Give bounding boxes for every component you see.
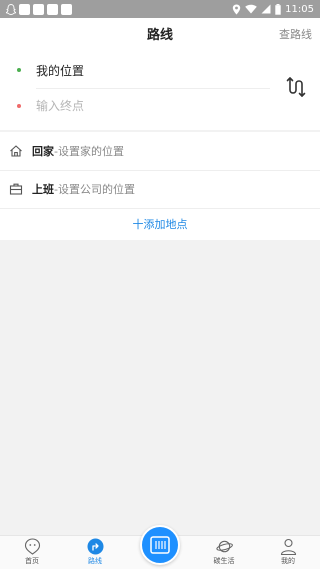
page-title: 路线 [146, 27, 173, 43]
battery-icon [275, 3, 281, 15]
tab-home-label: 首页 [25, 557, 39, 565]
start-point-row[interactable]: 我的位置 [0, 52, 275, 88]
home-description: 设置家的位置 [57, 145, 124, 158]
app-notification-icon [33, 3, 44, 15]
home-tab-icon [24, 538, 40, 555]
swap-route-icon[interactable] [286, 76, 306, 98]
destination-input[interactable] [36, 99, 256, 113]
tab-route-label: 路线 [88, 557, 102, 565]
system-status: 11:05 [232, 3, 314, 15]
work-label: 上班 [32, 183, 54, 196]
scan-button[interactable] [140, 525, 180, 565]
location-icon [232, 4, 241, 14]
scan-icon [150, 536, 170, 554]
add-place-button[interactable]: 十添加地点 [0, 209, 320, 239]
end-dot [17, 104, 21, 108]
wifi-icon [245, 4, 257, 14]
end-point-row[interactable] [0, 88, 275, 124]
page-header: 路线 查路线 [0, 18, 320, 48]
saved-places: 回家 - 设置家的位置 上班 - 设置公司的位置 十添加地点 [0, 132, 320, 240]
person-icon [280, 538, 296, 555]
tab-me-label: 我的 [281, 557, 295, 565]
notification-icons [6, 3, 72, 15]
status-time: 11:05 [285, 3, 314, 15]
tab-route[interactable]: 路线 [73, 538, 117, 568]
work-place-row[interactable]: 上班 - 设置公司的位置 [0, 170, 320, 208]
planet-icon [215, 540, 233, 553]
route-tab-icon [87, 538, 103, 555]
work-description: 设置公司的位置 [57, 183, 135, 196]
start-point-label: 我的位置 [36, 63, 85, 78]
tab-carbon-life[interactable]: 碳生活 [202, 538, 246, 568]
app-notification-icon [61, 3, 72, 15]
start-dot [17, 68, 21, 72]
search-route-button[interactable]: 查路线 [279, 26, 312, 42]
home-place-row[interactable]: 回家 - 设置家的位置 [0, 132, 320, 170]
signal-icon [261, 4, 271, 14]
content-area [0, 240, 320, 535]
tab-me[interactable]: 我的 [266, 538, 310, 568]
status-bar: 11:05 [0, 0, 320, 18]
tab-carbon-life-label: 碳生活 [213, 557, 235, 565]
tab-home[interactable]: 首页 [10, 538, 54, 568]
home-icon [10, 145, 22, 157]
snapchat-icon [6, 3, 16, 15]
route-input-card: 我的位置 [0, 48, 320, 130]
app-notification-icon [19, 3, 30, 15]
app-notification-icon [47, 3, 58, 15]
home-label: 回家 [32, 145, 54, 158]
briefcase-icon [9, 183, 23, 195]
